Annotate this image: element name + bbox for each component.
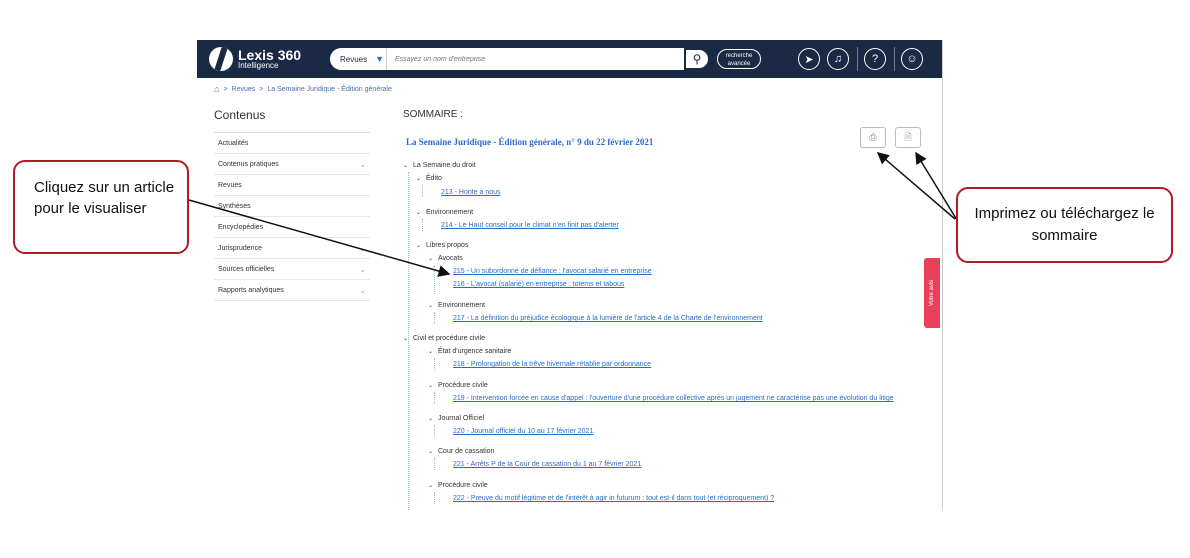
- arrow-to-download-button: [915, 151, 958, 221]
- arrow-to-article: [188, 199, 451, 277]
- arrow-to-print-button: [876, 152, 956, 220]
- annotated-screenshot: Lexis 360 Intelligence Revues ▼ ⚲ recher…: [0, 0, 1190, 558]
- callout-print-download: Imprimez ou téléchargez le sommaire: [956, 187, 1173, 263]
- annotation-arrows: [188, 151, 958, 277]
- callout-click-article: Cliquez sur un article pour le visualise…: [13, 160, 189, 254]
